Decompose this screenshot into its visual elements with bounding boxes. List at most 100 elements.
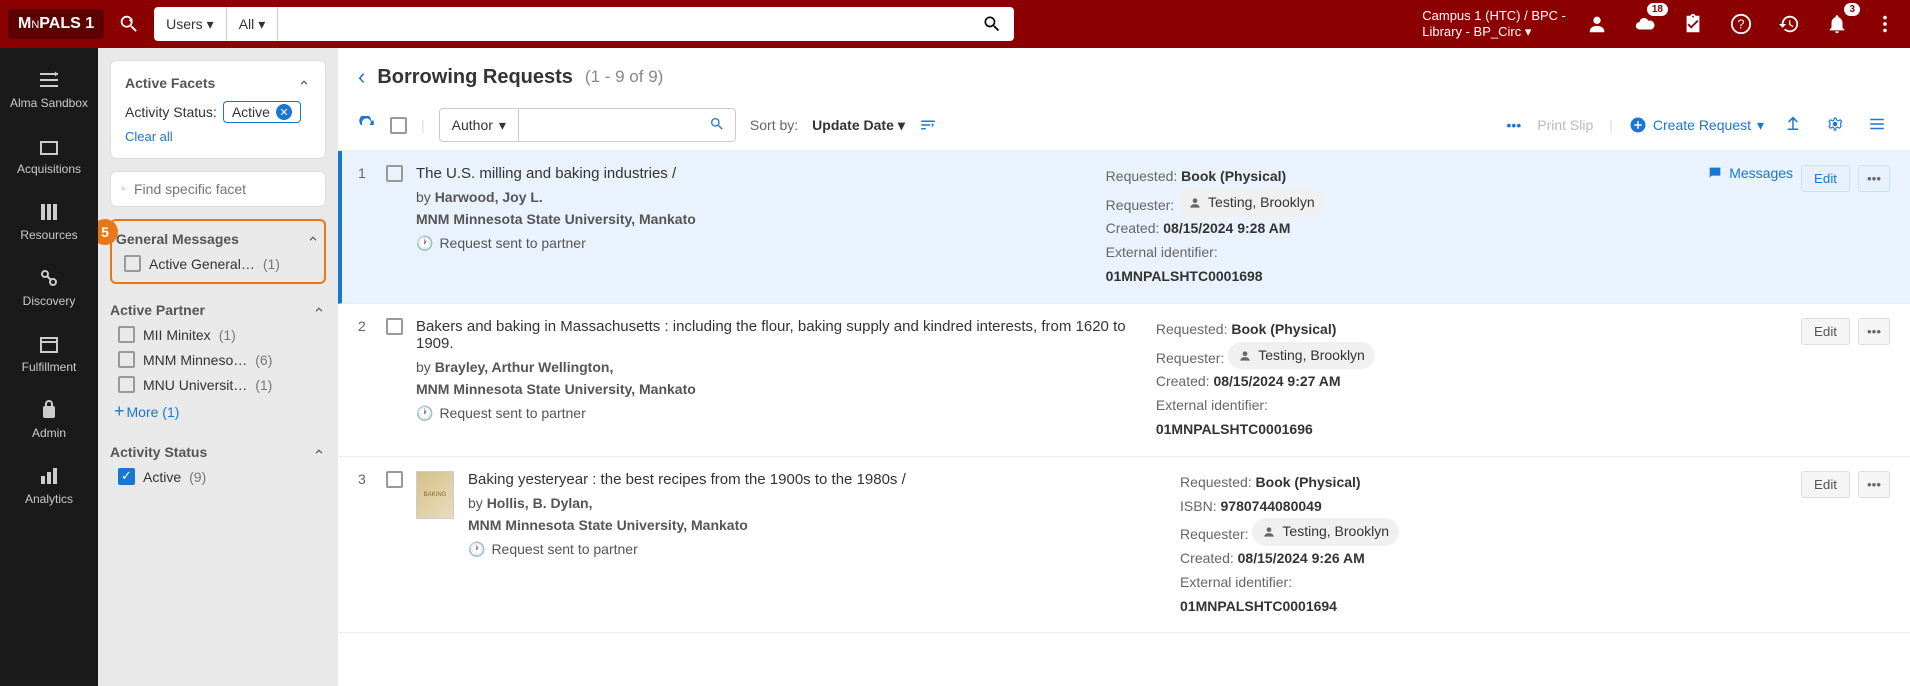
page-title: Borrowing Requests [377, 66, 573, 89]
print-slip-button: Print Slip [1537, 117, 1593, 133]
campus-selector[interactable]: Campus 1 (HTC) / BPC - Library - BP_Circ… [1422, 8, 1566, 39]
active-facets-header[interactable]: Active Facets [125, 75, 311, 91]
facet-item[interactable]: MNM Minneso… (6) [110, 347, 326, 372]
sort-dropdown[interactable]: Update Date ▾ [812, 117, 905, 134]
checkbox[interactable] [124, 255, 141, 272]
tasks-icon[interactable] [1676, 7, 1710, 41]
facet-item[interactable]: Active General… (1) [116, 251, 320, 276]
nav-admin[interactable]: Admin [0, 386, 98, 452]
requester-chip[interactable]: Testing, Brooklyn [1178, 189, 1325, 217]
list-view-button[interactable] [1864, 111, 1890, 140]
back-button[interactable]: ‹ [358, 64, 365, 90]
edit-button[interactable]: Edit [1801, 471, 1850, 498]
more-link[interactable]: + More (1) [110, 397, 326, 426]
row-institution: MNM Minnesota State University, Mankato [416, 208, 1092, 230]
checkbox[interactable] [118, 351, 135, 368]
persistent-search-icon[interactable] [112, 7, 146, 41]
chevron-up-icon [297, 76, 311, 90]
chevron-up-icon [312, 445, 326, 459]
chevron-up-icon [306, 232, 320, 246]
search-input[interactable] [278, 7, 970, 41]
results-list: 1 The U.S. milling and baking industries… [338, 151, 1910, 686]
topbar-right: Campus 1 (HTC) / BPC - Library - BP_Circ… [1422, 7, 1902, 41]
nav-alma-sandbox[interactable]: Alma Sandbox [0, 56, 98, 122]
activity-status-group: Activity Status Active (9) [110, 440, 326, 489]
nav-acquisitions[interactable]: Acquisitions [0, 122, 98, 188]
create-request-button[interactable]: Create Request ▾ [1629, 116, 1764, 134]
clear-all-link[interactable]: Clear all [125, 129, 311, 144]
settings-button[interactable] [1822, 111, 1848, 140]
checkbox[interactable] [118, 468, 135, 485]
row-index: 2 [358, 318, 372, 442]
row-index: 1 [358, 165, 372, 289]
facet-item[interactable]: Active (9) [110, 464, 326, 489]
row-details: Requested: Book (Physical) ISBN: 9780744… [1180, 471, 1787, 619]
messages-link[interactable]: Messages [1707, 165, 1793, 181]
facet-item[interactable]: MNU Universit… (1) [110, 372, 326, 397]
search-icon [121, 180, 126, 198]
search-button[interactable] [970, 14, 1014, 34]
user-icon[interactable] [1580, 7, 1614, 41]
nav-resources[interactable]: Resources [0, 188, 98, 254]
more-menu-icon[interactable] [1868, 7, 1902, 41]
history-icon[interactable] [1772, 7, 1806, 41]
row-more-button[interactable]: ••• [1858, 165, 1890, 192]
row-more-button[interactable]: ••• [1858, 471, 1890, 498]
nav-analytics[interactable]: Analytics [0, 452, 98, 518]
edit-button[interactable]: Edit [1801, 318, 1850, 345]
remove-chip-icon[interactable]: ✕ [276, 104, 292, 120]
svg-text:?: ? [1737, 17, 1744, 32]
row-more-button[interactable]: ••• [1858, 318, 1890, 345]
search-scope-users[interactable]: Users ▾ [154, 7, 227, 41]
general-messages-header[interactable]: General Messages [116, 227, 320, 251]
more-actions-button[interactable]: ••• [1507, 117, 1522, 133]
facet-search-box[interactable] [110, 171, 326, 207]
result-row[interactable]: 2 Bakers and baking in Massachusetts : i… [338, 304, 1910, 457]
row-checkbox[interactable] [386, 318, 403, 335]
person-icon [1238, 349, 1252, 363]
logo: MNPALS 1 [8, 9, 104, 39]
activity-status-label: Activity Status: [125, 104, 217, 120]
row-status: 🕐Request sent to partner [416, 235, 1092, 252]
filter-search-button[interactable] [699, 116, 735, 135]
active-facets-box: Active Facets Activity Status: Active ✕ … [110, 60, 326, 159]
clock-icon: 🕐 [416, 235, 433, 252]
general-messages-group: General Messages Active General… (1) [110, 219, 326, 284]
checkbox[interactable] [118, 326, 135, 343]
person-icon [1262, 525, 1276, 539]
person-icon [1188, 196, 1202, 210]
topbar: MNPALS 1 Users ▾ All ▾ Campus 1 (HTC) / … [0, 0, 1910, 48]
nav-discovery[interactable]: Discovery [0, 254, 98, 320]
search-scope-all[interactable]: All ▾ [227, 7, 279, 41]
refresh-button[interactable] [358, 116, 376, 134]
chevron-up-icon [312, 303, 326, 317]
facet-search-input[interactable] [134, 181, 315, 197]
edit-button[interactable]: Edit [1801, 165, 1850, 192]
row-checkbox[interactable] [386, 165, 403, 182]
activity-status-header[interactable]: Activity Status [110, 440, 326, 464]
result-row[interactable]: 3 BAKING Baking yesteryear : the best re… [338, 457, 1910, 634]
sort-direction-button[interactable] [919, 116, 937, 134]
nav-fulfillment[interactable]: Fulfillment [0, 320, 98, 386]
row-title: The U.S. milling and baking industries / [416, 165, 1092, 182]
filter-input[interactable] [519, 118, 699, 133]
help-icon[interactable]: ? [1724, 7, 1758, 41]
result-row[interactable]: 1 The U.S. milling and baking industries… [338, 151, 1910, 304]
select-all-checkbox[interactable] [390, 117, 407, 134]
toolbar-right: ••• Print Slip | Create Request ▾ [1507, 111, 1890, 140]
checkbox[interactable] [118, 376, 135, 393]
sort-label: Sort by: [750, 117, 798, 133]
cloud-icon[interactable]: 18 [1628, 7, 1662, 41]
row-actions: Edit ••• [1801, 471, 1890, 619]
row-actions: Edit ••• [1801, 318, 1890, 442]
facet-item[interactable]: MII Minitex (1) [110, 322, 326, 347]
active-partner-header[interactable]: Active Partner [110, 298, 326, 322]
top-search: Users ▾ All ▾ [154, 7, 1014, 41]
export-button[interactable] [1780, 111, 1806, 140]
row-checkbox[interactable] [386, 471, 403, 488]
filter-author-dropdown[interactable]: Author ▾ [440, 109, 519, 141]
notifications-icon[interactable]: 3 [1820, 7, 1854, 41]
requester-chip[interactable]: Testing, Brooklyn [1252, 518, 1399, 546]
facets-panel: Active Facets Activity Status: Active ✕ … [98, 48, 338, 686]
requester-chip[interactable]: Testing, Brooklyn [1228, 342, 1375, 370]
